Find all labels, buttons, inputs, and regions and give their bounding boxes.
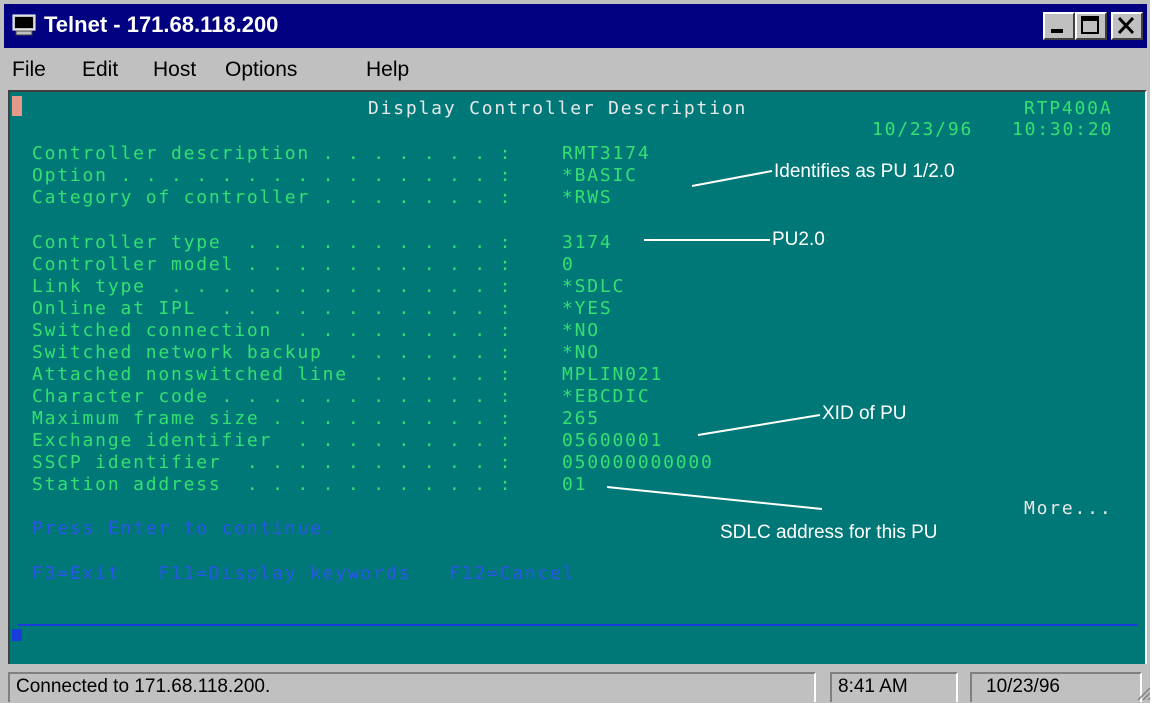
status-date: 10/23/96 [970,672,1142,702]
monitor-icon [12,14,36,36]
status-bar: Connected to 171.68.118.200. 8:41 AM 10/… [4,668,1150,703]
window-title: Telnet - 171.68.118.200 [44,12,279,37]
menu-bar: File Edit Host Options Help [4,52,1147,88]
close-button[interactable] [1111,12,1143,40]
annotation-identifies: Identifies as PU 1/2.0 [774,161,955,182]
menu-help[interactable]: Help [366,58,409,82]
menu-edit[interactable]: Edit [82,58,118,82]
annotation-sdlc: SDLC address for this PU [720,522,938,543]
telnet-window: Telnet - 171.68.118.200 File Edit Host O… [0,0,1150,703]
minimize-icon [1051,29,1063,33]
title-bar[interactable]: Telnet - 171.68.118.200 [4,4,1147,48]
close-icon [1117,16,1135,35]
status-time: 8:41 AM [830,672,958,702]
input-cursor [12,629,22,641]
menu-file[interactable]: File [12,58,46,82]
annotation-line-xid [697,414,821,436]
connection-status: Connected to 171.68.118.200. [8,672,816,702]
minimize-button[interactable] [1043,12,1075,40]
resize-grip-icon[interactable] [1134,682,1150,700]
annotation-line-identifies [691,170,773,187]
annotation-pu20: PU2.0 [772,229,825,250]
annotation-line-sdlc [606,486,823,510]
maximize-button[interactable] [1075,12,1107,40]
terminal-screen[interactable]: Display Controller Description RTP400A 1… [8,90,1147,664]
annotation-lines [606,170,823,510]
menu-host[interactable]: Host [153,58,196,82]
menu-options[interactable]: Options [225,58,297,82]
annotation-xid: XID of PU [822,403,907,424]
input-line [18,624,1138,626]
maximize-icon [1081,16,1099,34]
